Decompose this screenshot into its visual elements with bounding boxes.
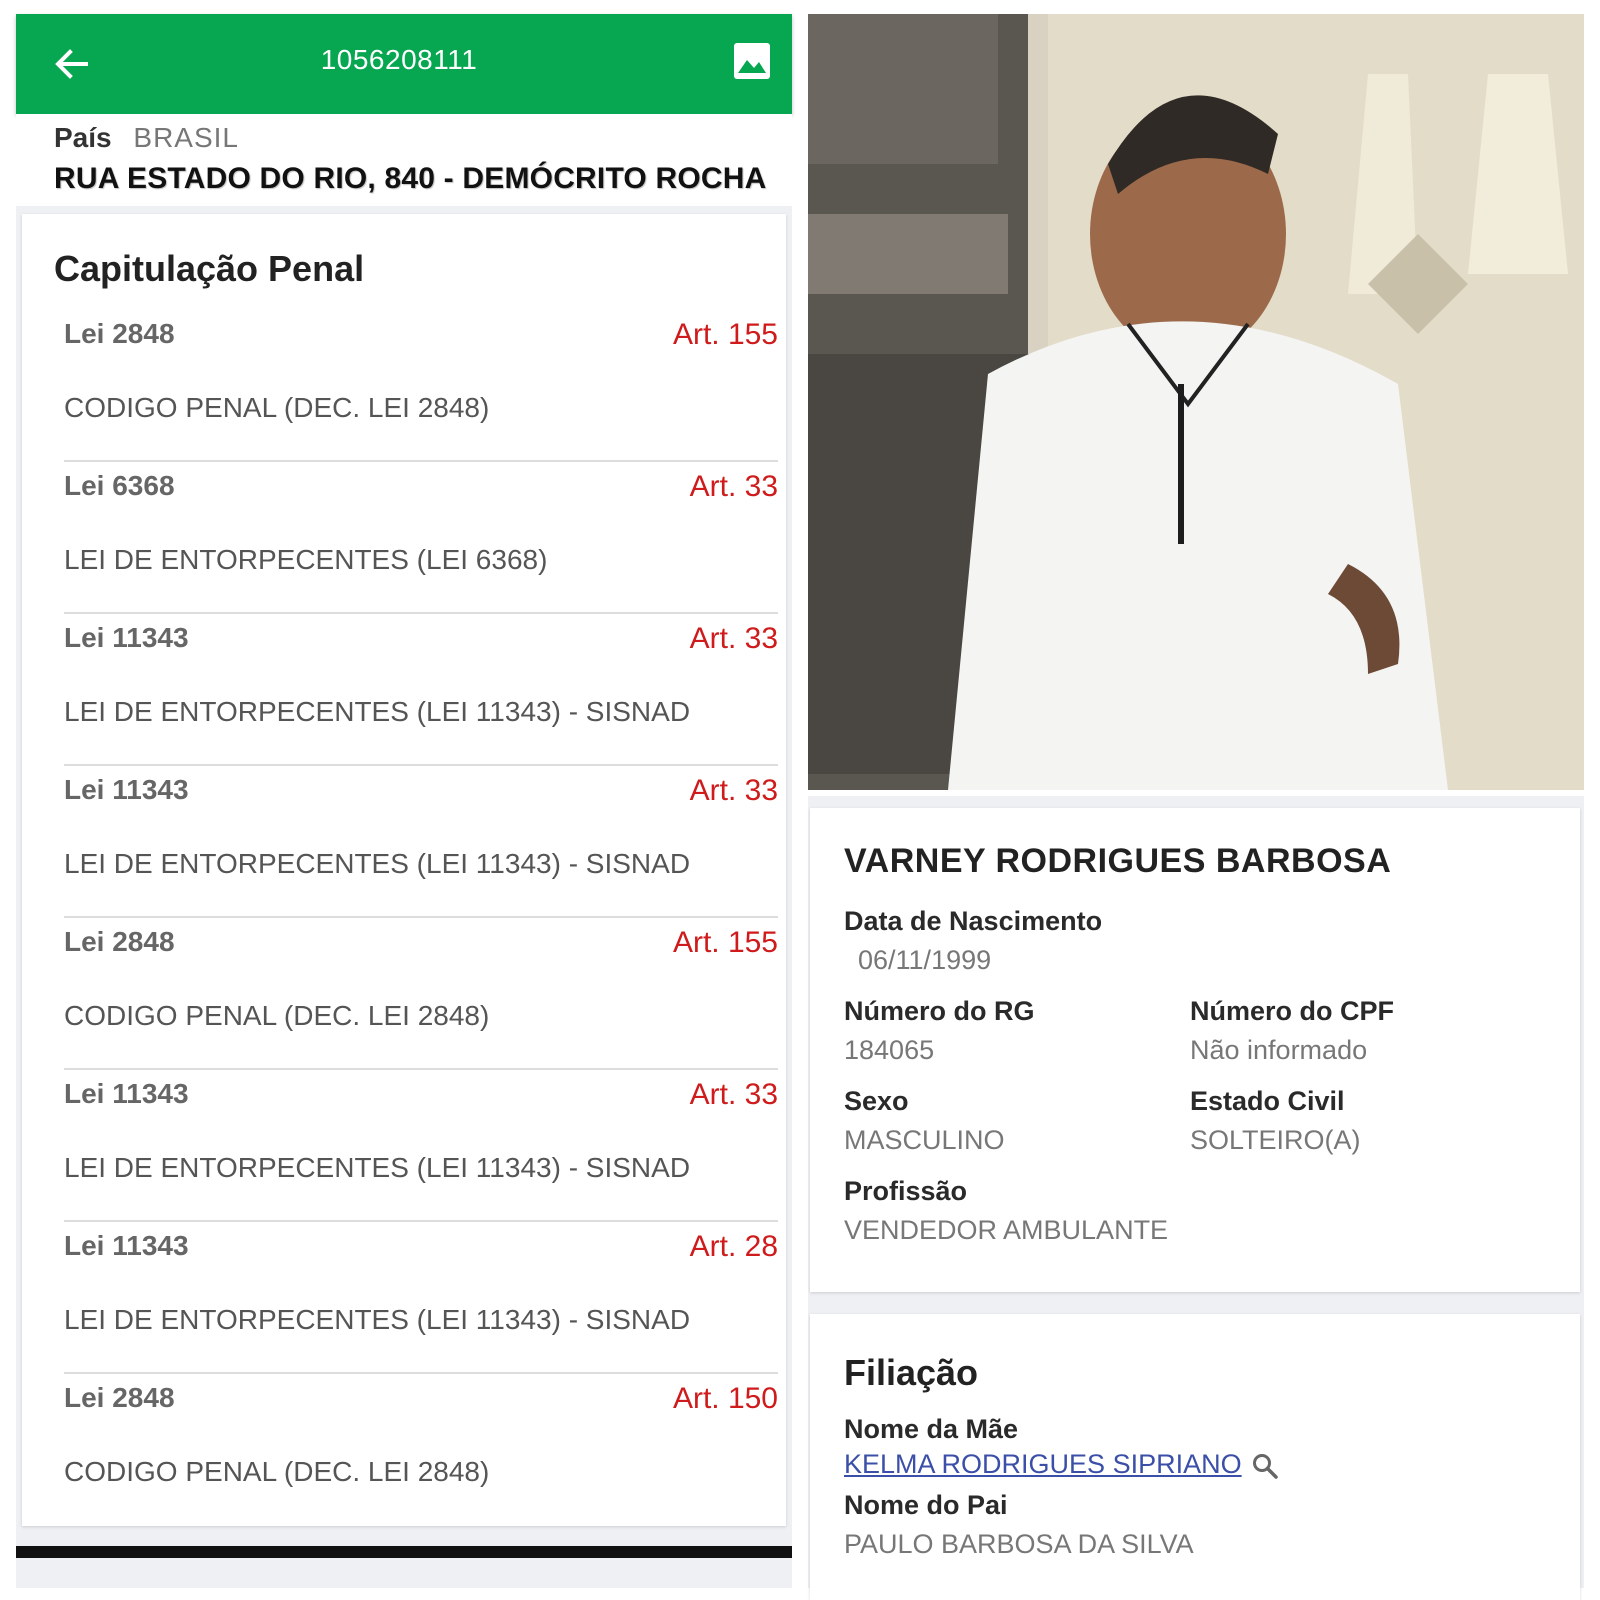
penal-item[interactable]: Lei 2848 Art. 155 CODIGO PENAL (DEC. LEI… [64,918,778,1070]
law-number: Lei 2848 [64,318,175,349]
penal-item[interactable]: Lei 11343 Art. 33 LEI DE ENTORPECENTES (… [64,1070,778,1222]
cpf-label: Número do CPF [1190,996,1395,1026]
law-number: Lei 11343 [64,1078,189,1109]
article-number: Art. 28 [689,1230,778,1263]
rg-label: Número do RG [844,996,1035,1026]
sex-label: Sexo [844,1086,909,1116]
profession-field: Profissão VENDEDOR AMBULANTE [844,1176,1168,1246]
law-number: Lei 11343 [64,622,189,653]
app-bar: 1056208111 [16,14,792,114]
law-description: CODIGO PENAL (DEC. LEI 2848) [64,392,490,423]
law-description: LEI DE ENTORPECENTES (LEI 11343) - SISNA… [64,696,691,727]
suspect-photo [808,14,1584,790]
law-description: LEI DE ENTORPECENTES (LEI 6368) [64,544,548,575]
person-name: VARNEY RODRIGUES BARBOSA [844,842,1392,880]
article-number: Art. 33 [689,622,778,655]
penal-item[interactable]: Lei 2848 Art. 150 CODIGO PENAL (DEC. LEI… [64,1374,778,1524]
mother-name-link[interactable]: KELMA RODRIGUES SIPRIANO [844,1449,1242,1479]
article-number: Art. 155 [672,926,778,959]
address-block: País BRASIL RUA ESTADO DO RIO, 840 - DEM… [16,114,792,206]
sex-value: MASCULINO [844,1125,1005,1155]
father-field: Nome do Pai PAULO BARBOSA DA SILVA [844,1490,1194,1560]
image-icon[interactable] [733,42,771,80]
penal-item[interactable]: Lei 11343 Art. 33 LEI DE ENTORPECENTES (… [64,614,778,766]
father-value: PAULO BARBOSA DA SILVA [844,1529,1194,1559]
cpf-value: Não informado [1190,1035,1368,1065]
law-number: Lei 11343 [64,1230,189,1261]
civil-status-field: Estado Civil SOLTEIRO(A) [1190,1086,1361,1156]
sex-field: Sexo MASCULINO [844,1086,1005,1156]
search-icon[interactable] [1251,1452,1279,1480]
birth-label: Data de Nascimento [844,906,1103,936]
penal-item[interactable]: Lei 11343 Art. 28 LEI DE ENTORPECENTES (… [64,1222,778,1374]
person-info-card: VARNEY RODRIGUES BARBOSA Data de Nascime… [810,808,1580,1292]
article-number: Art. 150 [672,1382,778,1415]
penal-title: Capitulação Penal [54,248,365,289]
penal-item[interactable]: Lei 2848 Art. 155 CODIGO PENAL (DEC. LEI… [64,310,778,462]
civil-status-label: Estado Civil [1190,1086,1345,1116]
filiation-card: Filiação Nome da Mãe KELMA RODRIGUES SIP… [810,1314,1580,1600]
civil-status-value: SOLTEIRO(A) [1190,1125,1361,1155]
bottom-divider [16,1546,792,1558]
birth-field: Data de Nascimento 06/11/1999 [828,906,1102,976]
law-number: Lei 2848 [64,1382,175,1413]
profession-value: VENDEDOR AMBULANTE [844,1215,1169,1245]
law-description: LEI DE ENTORPECENTES (LEI 11343) - SISNA… [64,848,691,879]
record-panel: 1056208111 País BRASIL RUA ESTADO DO RIO… [16,14,792,1588]
law-number: Lei 11343 [64,774,189,805]
filiation-title: Filiação [844,1352,979,1393]
article-number: Art. 33 [689,1078,778,1111]
record-number: 1056208111 [320,44,478,75]
law-number: Lei 6368 [64,470,175,501]
cpf-field: Número do CPF Não informado [1190,996,1394,1066]
law-number: Lei 2848 [64,926,175,957]
profession-label: Profissão [844,1176,968,1206]
penal-list: Lei 2848 Art. 155 CODIGO PENAL (DEC. LEI… [64,310,778,1524]
mother-field: Nome da Mãe KELMA RODRIGUES SIPRIANO [844,1414,1279,1480]
penal-item[interactable]: Lei 6368 Art. 33 LEI DE ENTORPECENTES (L… [64,462,778,614]
article-number: Art. 33 [689,470,778,503]
mother-label: Nome da Mãe [844,1414,1019,1444]
penal-card: Capitulação Penal Lei 2848 Art. 155 CODI… [22,214,786,1526]
rg-value: 184065 [844,1035,935,1065]
rg-field: Número do RG 184065 [844,996,1035,1066]
street-address: RUA ESTADO DO RIO, 840 - DEMÓCRITO ROCHA [54,162,767,195]
law-description: CODIGO PENAL (DEC. LEI 2848) [64,1000,490,1031]
birth-value: 06/11/1999 [858,945,992,975]
country-value: BRASIL [133,122,239,153]
article-number: Art. 33 [689,774,778,807]
article-number: Art. 155 [672,318,778,351]
penal-item[interactable]: Lei 11343 Art. 33 LEI DE ENTORPECENTES (… [64,766,778,918]
law-description: CODIGO PENAL (DEC. LEI 2848) [64,1456,490,1487]
father-label: Nome do Pai [844,1490,1008,1520]
country-label: País [54,122,112,153]
mother-row: KELMA RODRIGUES SIPRIANO [844,1449,1279,1480]
law-description: LEI DE ENTORPECENTES (LEI 11343) - SISNA… [64,1152,691,1183]
country-row: País BRASIL [54,122,239,154]
law-description: LEI DE ENTORPECENTES (LEI 11343) - SISNA… [64,1304,691,1335]
